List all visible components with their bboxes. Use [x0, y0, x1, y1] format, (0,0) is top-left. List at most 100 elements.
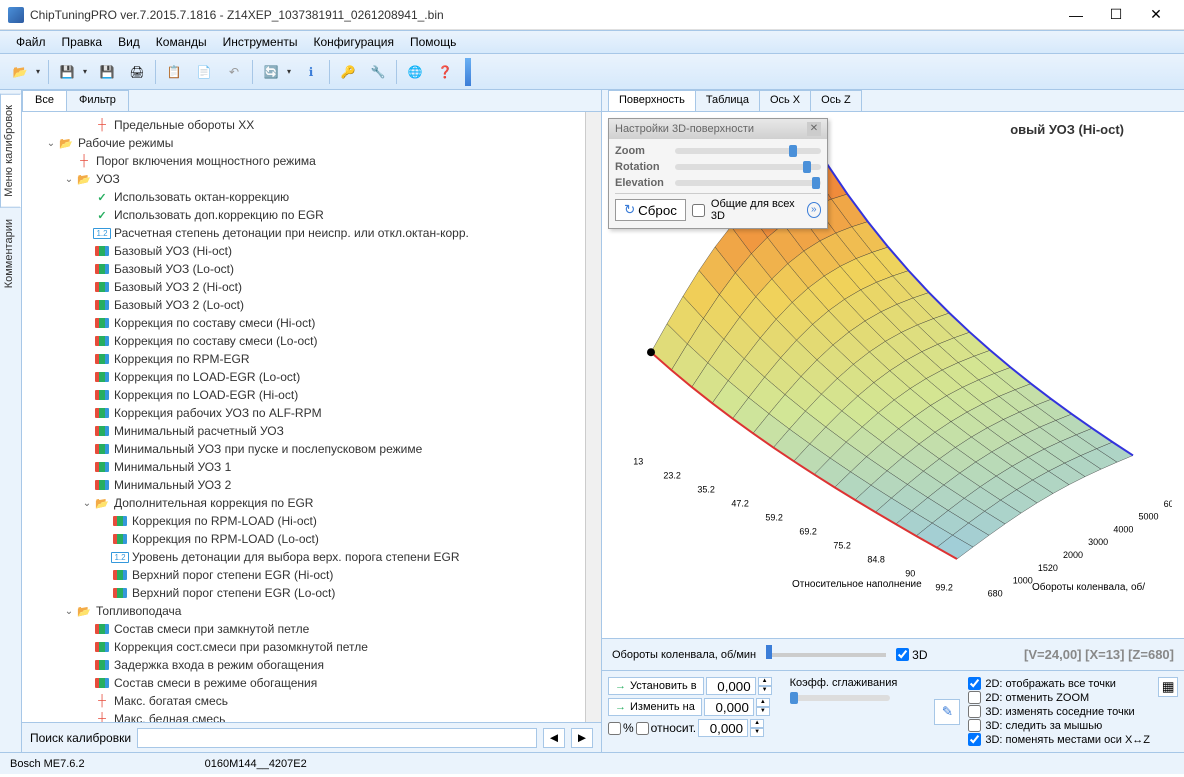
- tree-item[interactable]: Минимальный расчетный УОЗ: [26, 422, 581, 440]
- tree-item[interactable]: Верхний порог степени EGR (Lo-oct): [26, 584, 581, 602]
- tab-table[interactable]: Таблица: [695, 90, 760, 111]
- tree-item[interactable]: Коррекция по RPM-LOAD (Lo-oct): [26, 530, 581, 548]
- relative-value-input[interactable]: [698, 719, 748, 737]
- menu-file[interactable]: Файл: [10, 33, 52, 51]
- search-prev-button[interactable]: ◄: [543, 728, 565, 748]
- menu-edit[interactable]: Правка: [56, 33, 109, 51]
- zoom-slider[interactable]: [675, 148, 821, 154]
- spinner-up[interactable]: ▲: [750, 719, 764, 728]
- option-checkbox[interactable]: [968, 677, 981, 690]
- menu-help[interactable]: Помощь: [404, 33, 462, 51]
- tree-item[interactable]: Коррекция по RPM-LOAD (Hi-oct): [26, 512, 581, 530]
- tree-toggle[interactable]: ⌄: [62, 174, 76, 185]
- view-option[interactable]: 3D: изменять соседние точки: [968, 705, 1150, 718]
- set-value-button[interactable]: →Установить в: [608, 677, 704, 695]
- edit-mode-button[interactable]: ✎: [934, 699, 960, 725]
- view-option[interactable]: 3D: следить за мышью: [968, 719, 1150, 732]
- tree-item[interactable]: ⌄📂Топливоподача: [26, 602, 581, 620]
- settings-button[interactable]: 🔧: [364, 58, 392, 86]
- tree-item[interactable]: Базовый УОЗ (Lo-oct): [26, 260, 581, 278]
- search-next-button[interactable]: ►: [571, 728, 593, 748]
- refresh-dropdown[interactable]: ▾: [287, 67, 295, 76]
- tree-item[interactable]: ┼Макс. богатая смесь: [26, 692, 581, 710]
- menu-view[interactable]: Вид: [112, 33, 146, 51]
- expand-icon[interactable]: »: [807, 202, 821, 218]
- settings-close-button[interactable]: ✕: [807, 122, 821, 136]
- view-option[interactable]: 2D: отменить ZOOM: [968, 691, 1150, 704]
- reset-button[interactable]: ↻Сброс: [615, 199, 686, 221]
- rpm-slider[interactable]: [766, 647, 886, 663]
- 3d-checkbox[interactable]: [896, 648, 909, 661]
- tree-item[interactable]: Состав смеси при замкнутой петле: [26, 620, 581, 638]
- tree-item[interactable]: Коррекция по RPM-EGR: [26, 350, 581, 368]
- tree-item[interactable]: Минимальный УОЗ 1: [26, 458, 581, 476]
- search-input[interactable]: [137, 728, 537, 748]
- print-button[interactable]: 🖨: [123, 58, 151, 86]
- calibration-tree[interactable]: ┼Предельные обороты XX⌄📂Рабочие режимы┼П…: [22, 112, 585, 722]
- sidetab-comments[interactable]: Комментарии: [0, 208, 21, 299]
- option-checkbox[interactable]: [968, 691, 981, 704]
- close-button[interactable]: ✕: [1146, 5, 1166, 25]
- undo-button[interactable]: ↶: [220, 58, 248, 86]
- menu-tools[interactable]: Инструменты: [217, 33, 304, 51]
- save-dropdown[interactable]: ▾: [83, 67, 91, 76]
- set-value-input[interactable]: [706, 677, 756, 695]
- shared-checkbox[interactable]: [692, 204, 705, 217]
- option-checkbox[interactable]: [968, 719, 981, 732]
- view-option[interactable]: 3D: поменять местами оси X↔Z: [968, 733, 1150, 746]
- tree-item[interactable]: 1.2Уровень детонации для выбора верх. по…: [26, 548, 581, 566]
- rotation-slider[interactable]: [675, 164, 821, 170]
- spinner-up[interactable]: ▲: [756, 698, 770, 707]
- treetab-filter[interactable]: Фильтр: [66, 90, 129, 111]
- key-button[interactable]: 🔑: [334, 58, 362, 86]
- option-checkbox[interactable]: [968, 733, 981, 746]
- spinner-down[interactable]: ▼: [756, 707, 770, 716]
- tree-item[interactable]: Коррекция по LOAD-EGR (Hi-oct): [26, 386, 581, 404]
- open-dropdown[interactable]: ▾: [36, 67, 44, 76]
- refresh-button[interactable]: 🔄: [257, 58, 285, 86]
- help-button[interactable]: ❓: [431, 58, 459, 86]
- tree-toggle[interactable]: ⌄: [44, 138, 58, 149]
- tab-axis-x[interactable]: Ось X: [759, 90, 811, 111]
- spinner-up[interactable]: ▲: [758, 677, 772, 686]
- tree-item[interactable]: Задержка входа в режим обогащения: [26, 656, 581, 674]
- info-button[interactable]: ℹ: [297, 58, 325, 86]
- tab-surface[interactable]: Поверхность: [608, 90, 696, 111]
- elevation-slider[interactable]: [675, 180, 821, 186]
- tree-item[interactable]: Базовый УОЗ (Hi-oct): [26, 242, 581, 260]
- maximize-button[interactable]: ☐: [1106, 5, 1126, 25]
- tree-item[interactable]: ⌄📂УОЗ: [26, 170, 581, 188]
- tree-item[interactable]: Коррекция по составу смеси (Hi-oct): [26, 314, 581, 332]
- tree-item[interactable]: Коррекция по составу смеси (Lo-oct): [26, 332, 581, 350]
- tree-item[interactable]: ┼Предельные обороты XX: [26, 116, 581, 134]
- tree-item[interactable]: ✓Использовать доп.коррекцию по EGR: [26, 206, 581, 224]
- tree-item[interactable]: Минимальный УОЗ при пуске и послепусково…: [26, 440, 581, 458]
- open-button[interactable]: 📂: [6, 58, 34, 86]
- tree-item[interactable]: Базовый УОЗ 2 (Lo-oct): [26, 296, 581, 314]
- chart-area[interactable]: Настройки 3D-поверхности ✕ Zoom Rotation…: [602, 112, 1184, 638]
- tree-item[interactable]: Состав смеси в режиме обогащения: [26, 674, 581, 692]
- tree-item[interactable]: Коррекция по LOAD-EGR (Lo-oct): [26, 368, 581, 386]
- tree-item[interactable]: ✓Использовать октан-коррекцию: [26, 188, 581, 206]
- tree-item[interactable]: Базовый УОЗ 2 (Hi-oct): [26, 278, 581, 296]
- tree-toggle[interactable]: ⌄: [80, 498, 94, 509]
- smooth-slider[interactable]: [790, 695, 890, 701]
- sidetab-calibrations[interactable]: Меню калибровок: [0, 94, 21, 208]
- save-button[interactable]: 💾: [53, 58, 81, 86]
- tree-item[interactable]: 1.2Расчетная степень детонации при неисп…: [26, 224, 581, 242]
- tree-item[interactable]: ⌄📂Рабочие режимы: [26, 134, 581, 152]
- treetab-all[interactable]: Все: [22, 90, 67, 111]
- tree-item[interactable]: Верхний порог степени EGR (Hi-oct): [26, 566, 581, 584]
- option-checkbox[interactable]: [968, 705, 981, 718]
- change-value-button[interactable]: →Изменить на: [608, 698, 702, 716]
- relative-checkbox[interactable]: [636, 722, 649, 735]
- tree-item[interactable]: Коррекция сост.смеси при разомкнутой пет…: [26, 638, 581, 656]
- tree-item[interactable]: ⌄📂Дополнительная коррекция по EGR: [26, 494, 581, 512]
- view-option[interactable]: 2D: отображать все точки: [968, 677, 1150, 690]
- tree-item[interactable]: Коррекция рабочих УОЗ по ALF-RPM: [26, 404, 581, 422]
- menu-config[interactable]: Конфигурация: [307, 33, 400, 51]
- minimize-button[interactable]: —: [1066, 5, 1086, 25]
- tab-axis-z[interactable]: Ось Z: [810, 90, 862, 111]
- save-as-button[interactable]: 💾: [93, 58, 121, 86]
- tree-scrollbar[interactable]: [585, 112, 601, 722]
